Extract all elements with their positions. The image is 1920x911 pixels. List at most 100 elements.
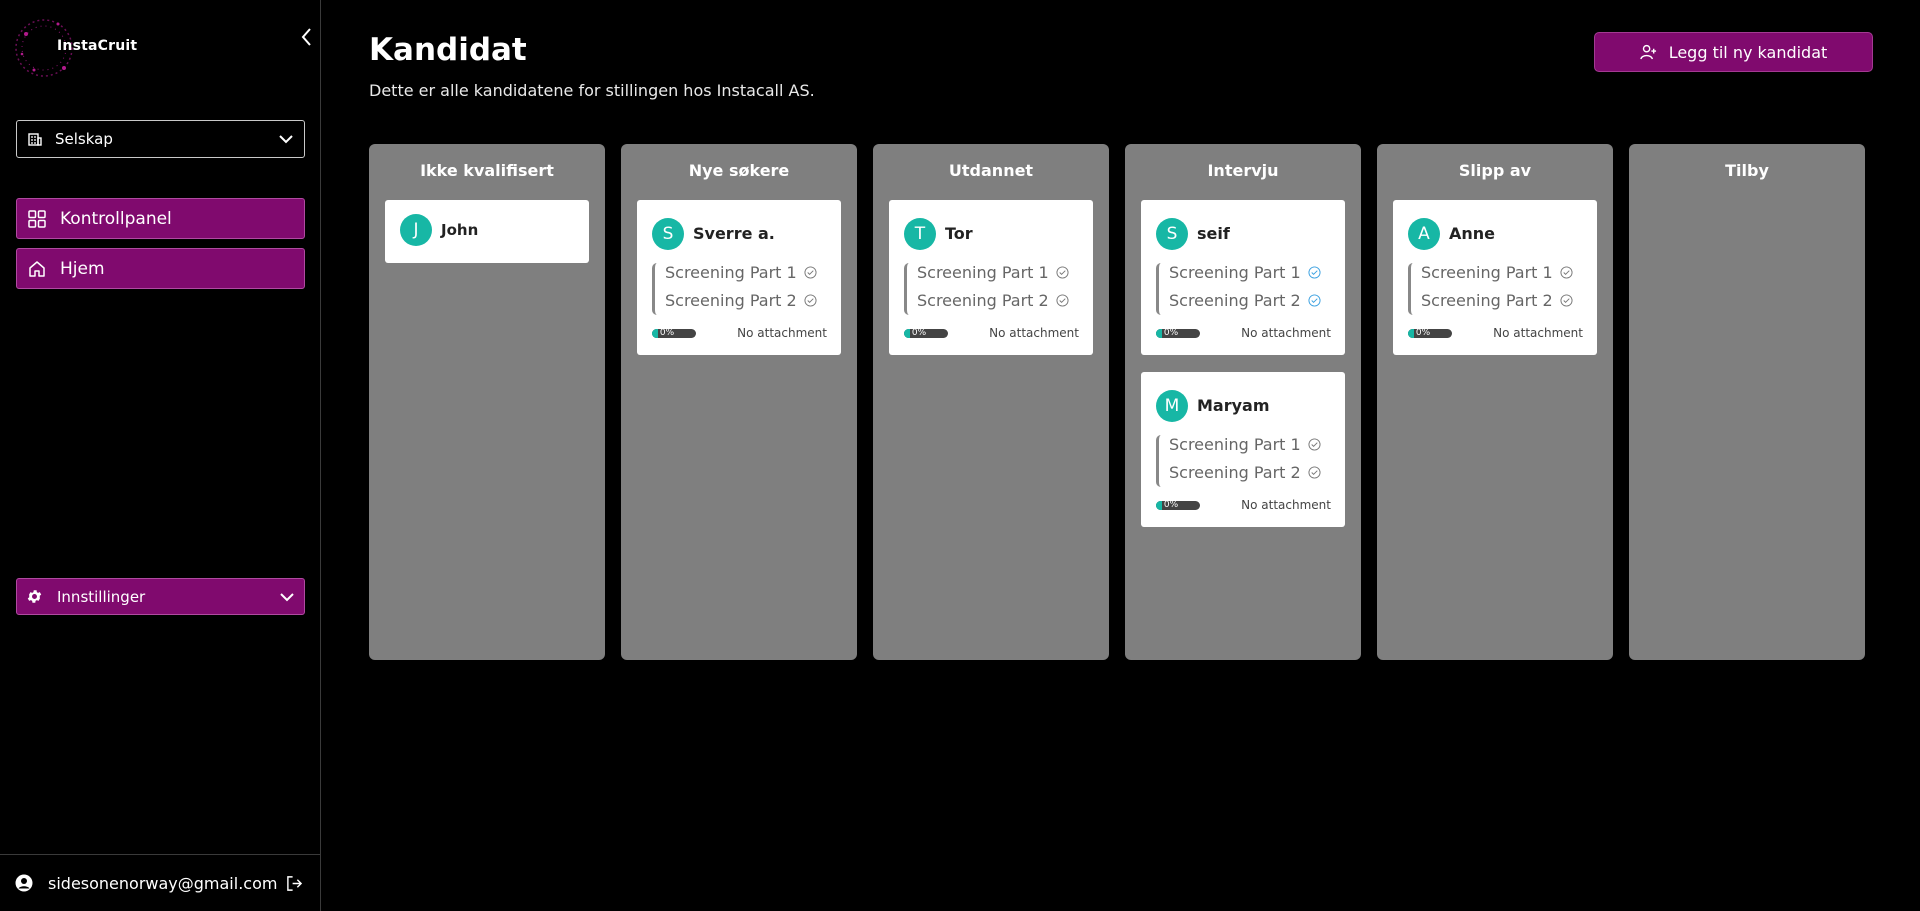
building-icon	[28, 133, 42, 146]
candidate-name: Tor	[945, 224, 973, 243]
candidate-name: Sverre a.	[693, 224, 775, 243]
column-title: Utdannet	[948, 161, 1034, 180]
check-circle-icon	[1560, 294, 1573, 307]
candidate-card[interactable]: A Anne Screening Part 1 Screening Part 2…	[1393, 200, 1597, 355]
screening-item[interactable]: Screening Part 1	[665, 263, 817, 282]
candidate-card[interactable]: S seif Screening Part 1 Screening Part 2…	[1141, 200, 1345, 355]
candidate-name: Maryam	[1197, 396, 1270, 415]
company-select[interactable]: Selskap	[16, 120, 305, 158]
nav-kontrollpanel[interactable]: Kontrollpanel	[16, 198, 305, 239]
attachment-status: No attachment	[1493, 326, 1583, 340]
screening-label: Screening Part 1	[1169, 435, 1301, 454]
progress-bar: 0%	[904, 329, 948, 338]
check-circle-icon	[804, 294, 817, 307]
progress-percent: 0%	[1163, 329, 1179, 338]
screening-item[interactable]: Screening Part 2	[1169, 291, 1321, 310]
nav-hjem[interactable]: Hjem	[16, 248, 305, 289]
nav-label: Hjem	[60, 258, 105, 279]
progress-percent: 0%	[1415, 329, 1431, 338]
nav-label: Kontrollpanel	[60, 208, 172, 229]
check-circle-icon	[1308, 294, 1321, 307]
attachment-status: No attachment	[1241, 326, 1331, 340]
screening-label: Screening Part 2	[917, 291, 1049, 310]
avatar: A	[1408, 218, 1440, 250]
check-circle-icon	[1308, 438, 1321, 451]
page-subtitle: Dette er alle kandidatene for stillingen…	[369, 81, 815, 100]
avatar: T	[904, 218, 936, 250]
screening-label: Screening Part 2	[1169, 463, 1301, 482]
collapse-sidebar-icon[interactable]	[298, 26, 316, 48]
screening-list: Screening Part 1 Screening Part 2	[1156, 435, 1331, 487]
screening-label: Screening Part 1	[917, 263, 1049, 282]
add-candidate-button[interactable]: Legg til ny kandidat	[1594, 32, 1873, 72]
screening-label: Screening Part 2	[1169, 291, 1301, 310]
gear-icon	[27, 590, 42, 603]
column-intervju: Intervju S seif Screening Part 1 Screeni…	[1125, 144, 1361, 660]
candidate-name: Anne	[1449, 224, 1496, 243]
screening-label: Screening Part 1	[1421, 263, 1553, 282]
settings-dropdown[interactable]: Innstillinger	[16, 578, 305, 615]
screening-item[interactable]: Screening Part 1	[1421, 263, 1573, 282]
screening-label: Screening Part 1	[665, 263, 797, 282]
screening-item[interactable]: Screening Part 2	[917, 291, 1069, 310]
check-circle-icon	[1560, 266, 1573, 279]
avatar: S	[1156, 218, 1188, 250]
avatar: S	[652, 218, 684, 250]
column-tilby: Tilby	[1629, 144, 1865, 660]
candidate-card[interactable]: S Sverre a. Screening Part 1 Screening P…	[637, 200, 841, 355]
attachment-status: No attachment	[989, 326, 1079, 340]
screening-item[interactable]: Screening Part 1	[1169, 435, 1321, 454]
column-ikke-kvalifisert: Ikke kvalifisert J John	[369, 144, 605, 660]
progress-bar: 0%	[1156, 501, 1200, 510]
screening-item[interactable]: Screening Part 1	[1169, 263, 1321, 282]
screening-label: Screening Part 1	[1169, 263, 1301, 282]
add-candidate-label: Legg til ny kandidat	[1668, 42, 1828, 62]
screening-list: Screening Part 1 Screening Part 2	[652, 263, 827, 315]
user-bar: sidesonenorway@gmail.com	[0, 854, 321, 911]
user-circle-icon	[15, 874, 33, 892]
column-title: Slipp av	[1458, 161, 1532, 180]
candidate-card[interactable]: T Tor Screening Part 1 Screening Part 2 …	[889, 200, 1093, 355]
candidate-card[interactable]: J John	[385, 200, 589, 263]
column-slipp-av: Slipp av A Anne Screening Part 1 Screeni…	[1377, 144, 1613, 660]
column-title: Intervju	[1207, 161, 1279, 180]
screening-item[interactable]: Screening Part 2	[1421, 291, 1573, 310]
progress-percent: 0%	[911, 329, 927, 338]
screening-item[interactable]: Screening Part 2	[665, 291, 817, 310]
screening-label: Screening Part 2	[665, 291, 797, 310]
screening-item[interactable]: Screening Part 2	[1169, 463, 1321, 482]
candidate-name: seif	[1197, 224, 1230, 243]
column-title: Ikke kvalifisert	[420, 161, 554, 180]
avatar: J	[400, 214, 432, 246]
avatar: M	[1156, 390, 1188, 422]
check-circle-icon	[1308, 266, 1321, 279]
screening-item[interactable]: Screening Part 1	[917, 263, 1069, 282]
check-circle-icon	[804, 266, 817, 279]
progress-bar: 0%	[1408, 329, 1452, 338]
attachment-status: No attachment	[737, 326, 827, 340]
check-circle-icon	[1056, 294, 1069, 307]
screening-list: Screening Part 1 Screening Part 2	[904, 263, 1079, 315]
progress-bar: 0%	[652, 329, 696, 338]
screening-label: Screening Part 2	[1421, 291, 1553, 310]
user-plus-icon	[1639, 44, 1656, 59]
logo-text: InstaCruit	[57, 38, 138, 54]
column-title: Nye søkere	[688, 161, 790, 180]
progress-percent: 0%	[659, 329, 675, 338]
grid-icon	[28, 209, 46, 228]
user-email: sidesonenorway@gmail.com	[48, 873, 278, 893]
column-utdannet: Utdannet T Tor Screening Part 1 Screenin…	[873, 144, 1109, 660]
progress-bar: 0%	[1156, 329, 1200, 338]
check-circle-icon	[1056, 266, 1069, 279]
logout-icon[interactable]	[286, 875, 303, 892]
column-title: Tilby	[1725, 161, 1769, 180]
settings-label: Innstillinger	[57, 587, 146, 606]
company-select-label: Selskap	[55, 130, 113, 148]
check-circle-icon	[1308, 466, 1321, 479]
candidate-name: John	[441, 221, 479, 239]
screening-list: Screening Part 1 Screening Part 2	[1156, 263, 1331, 315]
column-nye-sokere: Nye søkere S Sverre a. Screening Part 1 …	[621, 144, 857, 660]
page-title: Kandidat	[369, 32, 527, 68]
home-icon	[29, 260, 45, 277]
candidate-card[interactable]: M Maryam Screening Part 1 Screening Part…	[1141, 372, 1345, 527]
